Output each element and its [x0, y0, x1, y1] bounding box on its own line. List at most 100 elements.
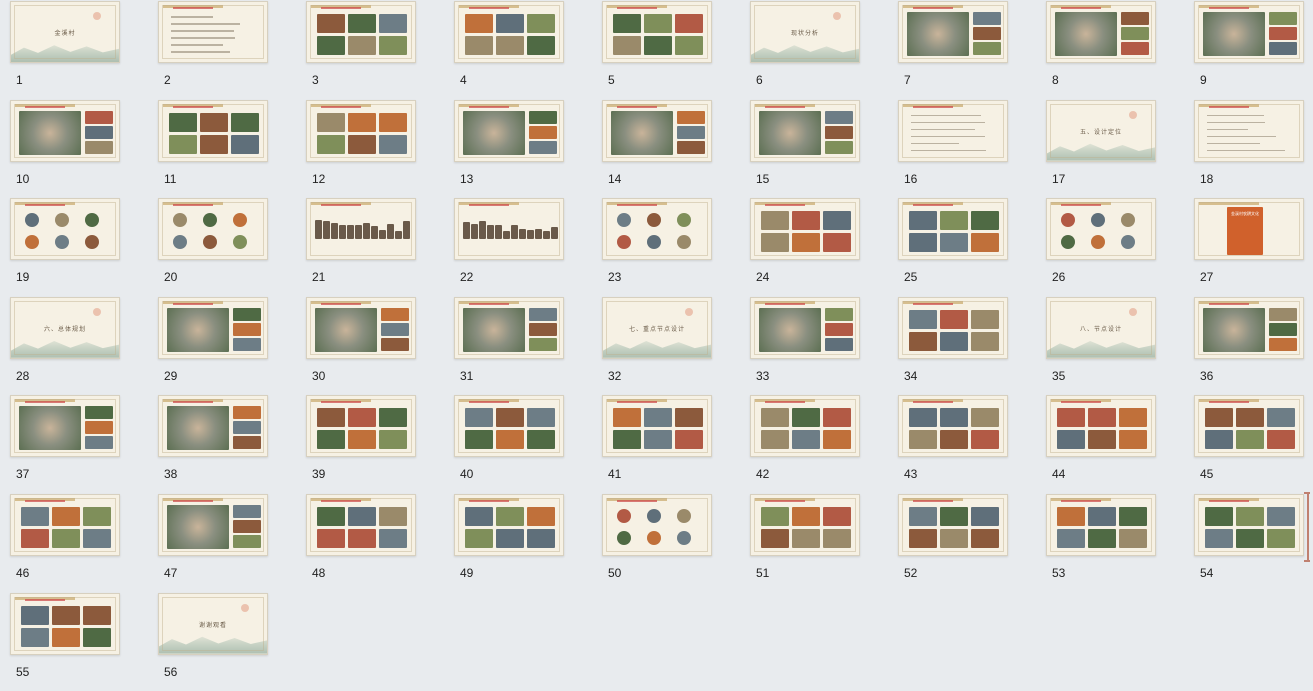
slide-thumbnail[interactable]: [602, 99, 712, 162]
slide-thumbnail[interactable]: [898, 198, 1008, 261]
slide-thumbnail[interactable]: 金溪村农耕文化: [1194, 198, 1304, 261]
slide-thumbnail[interactable]: [10, 198, 120, 261]
photo-image: [381, 337, 409, 351]
slide-thumbnail[interactable]: [158, 1, 268, 63]
slide-number: 45: [1200, 467, 1214, 482]
slide-title: 谢谢观看: [198, 621, 227, 629]
slide-thumbnail[interactable]: [898, 296, 1008, 359]
mountain-decoration: [751, 45, 859, 62]
slide-thumbnail[interactable]: 六、总体规划: [10, 296, 120, 359]
slide-thumbnail[interactable]: [602, 493, 712, 556]
slide-thumbnail-cell: 金溪村农耕文化 27: [1194, 198, 1305, 297]
slide-thumbnail[interactable]: [158, 395, 268, 458]
slide-thumbnail-cell: 谢谢观看 56: [158, 592, 269, 691]
slide-thumbnail[interactable]: [306, 296, 416, 359]
slide-number: 53: [1052, 565, 1066, 580]
slide-title-line: [25, 204, 65, 207]
slide-thumbnail-cell: 42: [750, 395, 861, 494]
slide-thumbnail-cell: 31: [454, 296, 565, 396]
slide-thumbnail[interactable]: [454, 395, 564, 458]
slide-thumbnail[interactable]: [1194, 1, 1304, 63]
slide-thumbnail[interactable]: [1046, 198, 1156, 261]
slide-thumbnail[interactable]: [1194, 493, 1304, 556]
slide-thumbnail[interactable]: [750, 296, 860, 359]
slide-thumbnail[interactable]: [454, 1, 564, 63]
slide-thumbnail[interactable]: 七、重点节点设计: [602, 296, 712, 359]
slide-thumbnail-cell: 14: [602, 99, 713, 199]
text-line: [1207, 135, 1276, 138]
photo-image: [233, 337, 261, 351]
slide-thumbnail-cell: 七、重点节点设计 32: [602, 296, 713, 396]
photo-image: [909, 506, 937, 526]
slide-thumbnail[interactable]: [158, 99, 268, 162]
slide-thumbnail[interactable]: [1046, 395, 1156, 458]
building-elevation: [331, 223, 338, 240]
map-image: [759, 307, 821, 352]
slide-thumbnail[interactable]: [10, 99, 120, 162]
slide-thumbnail[interactable]: [454, 296, 564, 359]
photo-image: [1121, 42, 1149, 55]
photo-image: [348, 408, 376, 428]
slide-thumbnail[interactable]: [306, 1, 416, 63]
slide-thumbnail[interactable]: [306, 395, 416, 458]
slide-thumbnail[interactable]: [898, 99, 1008, 162]
photo-image: [529, 110, 557, 124]
photo-image: [348, 528, 376, 548]
slide-title-line: [1061, 204, 1101, 207]
slide-thumbnail[interactable]: [306, 99, 416, 162]
building-elevation: [323, 221, 330, 240]
photo-image: [971, 331, 999, 351]
slide-thumbnail[interactable]: [602, 395, 712, 458]
slide-thumbnail[interactable]: [750, 198, 860, 261]
photo-image: [792, 408, 820, 428]
slide-thumbnail[interactable]: [10, 592, 120, 655]
slide-thumbnail[interactable]: [750, 99, 860, 162]
photo-image: [1269, 322, 1297, 336]
slide-thumbnail[interactable]: [158, 198, 268, 261]
slide-thumbnail[interactable]: [1194, 99, 1304, 162]
slide-thumbnail[interactable]: [454, 493, 564, 556]
slide-thumbnail-cell: 2: [158, 1, 269, 100]
slide-thumbnail[interactable]: [306, 198, 416, 261]
slide-thumbnail[interactable]: [898, 493, 1008, 556]
slide-title-line: [913, 7, 953, 9]
slide-thumbnail[interactable]: [158, 296, 268, 359]
slide-number: 17: [1052, 171, 1066, 186]
slide-thumbnail[interactable]: 金溪村: [10, 1, 120, 63]
slide-thumbnail[interactable]: [1046, 1, 1156, 63]
slide-thumbnail[interactable]: [750, 493, 860, 556]
slide-thumbnail[interactable]: [10, 395, 120, 458]
slide-thumbnail[interactable]: [1046, 493, 1156, 556]
slide-thumbnail[interactable]: 谢谢观看: [158, 592, 268, 655]
slide-number: 22: [460, 270, 474, 285]
slide-number: 49: [460, 565, 474, 580]
slide-thumbnail[interactable]: [158, 493, 268, 556]
slide-thumbnail[interactable]: [602, 198, 712, 261]
slide-thumbnail[interactable]: 现状分析: [750, 1, 860, 63]
map-image: [759, 110, 821, 155]
slide-thumbnail[interactable]: [898, 1, 1008, 63]
slide-thumbnail[interactable]: 五、设计定位: [1046, 99, 1156, 162]
slide-number: 35: [1052, 368, 1066, 383]
slide-number: 14: [608, 171, 622, 186]
photo-image: [1205, 408, 1233, 428]
slide-thumbnail[interactable]: [602, 1, 712, 63]
building-elevation: [371, 226, 378, 240]
slide-thumbnail[interactable]: [898, 395, 1008, 458]
slide-thumbnail[interactable]: [306, 493, 416, 556]
slide-number: 34: [904, 368, 918, 383]
mountain-decoration: [11, 45, 119, 62]
text-line: [171, 44, 223, 46]
map-image: [19, 406, 81, 451]
slide-thumbnail[interactable]: [1194, 395, 1304, 458]
slide-thumbnail[interactable]: 八、节点设计: [1046, 296, 1156, 359]
slide-thumbnail[interactable]: [454, 99, 564, 162]
slide-thumbnail[interactable]: [750, 395, 860, 458]
slide-thumbnail[interactable]: [454, 198, 564, 261]
slide-thumbnail[interactable]: [1194, 296, 1304, 359]
building-elevation: [519, 229, 526, 240]
photo-image: [644, 408, 672, 428]
photo-image: [613, 36, 641, 55]
photo-image: [85, 406, 113, 420]
slide-thumbnail[interactable]: [10, 493, 120, 556]
